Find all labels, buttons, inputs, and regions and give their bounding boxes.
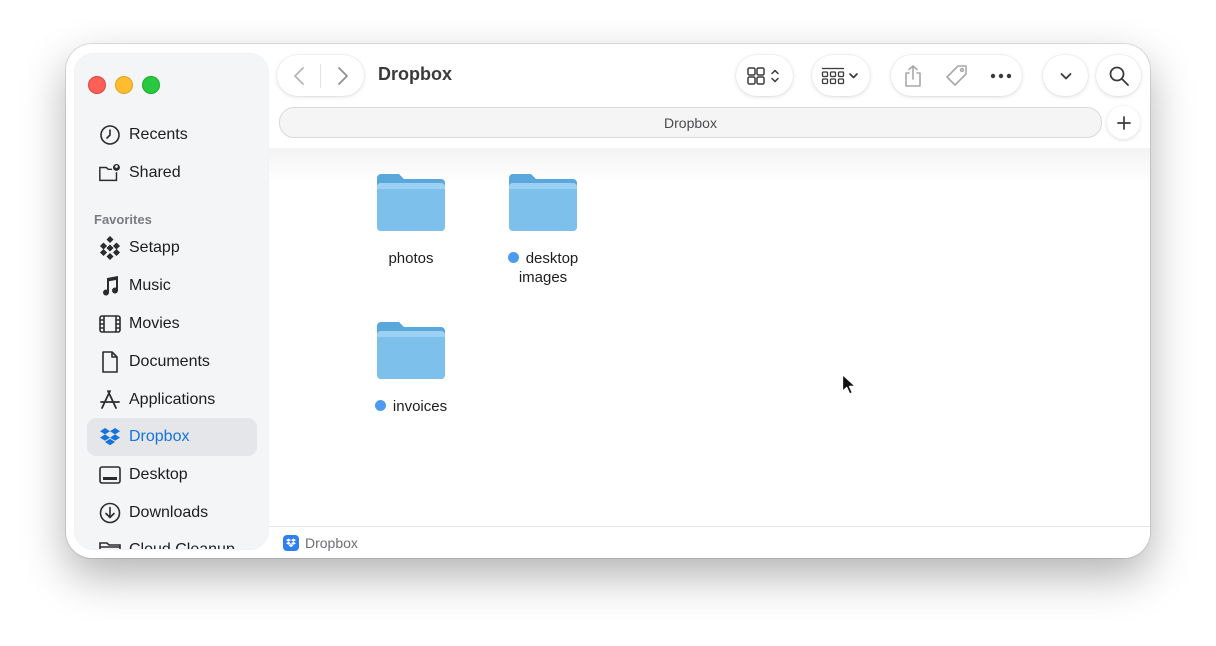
view-mode-button[interactable] — [736, 55, 793, 96]
tag-button[interactable] — [935, 55, 979, 96]
folder-icon — [377, 322, 445, 379]
folder-icon — [509, 174, 577, 231]
folder-icon — [377, 174, 445, 231]
zoom-window-button[interactable] — [142, 76, 160, 94]
document-icon — [95, 350, 125, 374]
sidebar-item-setapp[interactable]: Setapp — [87, 229, 257, 267]
status-bar: Dropbox — [269, 526, 1150, 558]
mouse-pointer-icon — [841, 373, 857, 395]
ellipsis-icon — [990, 73, 1011, 78]
blue-tag-dot — [374, 400, 386, 411]
sidebar-item-label: Documents — [129, 353, 210, 370]
sidebar-item-label: Applications — [129, 391, 216, 408]
sidebar-item-cloud-cleanup[interactable]: Cloud Cleanup... — [87, 531, 257, 549]
more-actions-button[interactable] — [979, 55, 1022, 96]
sidebar-item-documents[interactable]: Documents — [87, 343, 257, 381]
file-item-invoices[interactable]: invoices — [351, 320, 471, 416]
navigation-button-group — [277, 55, 364, 96]
music-note-icon — [95, 274, 125, 298]
sidebar-item-label: Setapp — [129, 239, 180, 256]
sidebar-item-movies[interactable]: Movies — [87, 305, 257, 343]
sidebar-item-label: Shared — [129, 164, 181, 181]
sidebar-item-shared[interactable]: Shared — [87, 154, 257, 192]
file-item-desktop-images[interactable]: desktop images — [483, 172, 603, 287]
dropbox-icon — [95, 425, 125, 449]
sidebar-item-label: Desktop — [129, 466, 188, 483]
file-name: photos — [388, 250, 434, 267]
sidebar-item-label: Downloads — [129, 504, 209, 521]
finder-window: Recents Shared Favorites Setapp Music Mo… — [66, 44, 1150, 558]
status-location-label: Dropbox — [305, 535, 358, 551]
film-icon — [95, 312, 125, 336]
icon-view-icon — [746, 66, 779, 85]
dropbox-icon — [283, 535, 299, 551]
chevron-down-icon — [1060, 72, 1071, 79]
sidebar-item-music[interactable]: Music — [87, 267, 257, 305]
shared-folder-icon — [95, 161, 125, 185]
search-button[interactable] — [1096, 55, 1141, 96]
folder-icon — [95, 538, 125, 549]
sidebar-item-label: Dropbox — [129, 428, 190, 445]
setapp-icon — [95, 236, 125, 260]
group-icon — [821, 67, 858, 84]
sidebar: Recents Shared Favorites Setapp Music Mo… — [75, 54, 268, 549]
clock-icon — [95, 123, 125, 147]
tag-icon — [946, 64, 967, 86]
applications-icon — [95, 388, 125, 412]
share-button[interactable] — [891, 55, 935, 96]
plus-icon — [1116, 115, 1131, 130]
add-tab-button[interactable] — [1107, 106, 1140, 139]
file-item-photos[interactable]: photos — [351, 172, 471, 268]
sidebar-item-label: Movies — [129, 315, 180, 332]
sidebar-item-recents[interactable]: Recents — [87, 116, 257, 154]
minimize-window-button[interactable] — [115, 76, 133, 94]
sidebar-item-label: Recents — [129, 126, 188, 143]
download-icon — [95, 501, 125, 525]
desktop-icon — [95, 463, 125, 487]
toolbar-overflow-button[interactable] — [1043, 55, 1088, 96]
path-bar-label: Dropbox — [664, 114, 717, 131]
search-icon — [1109, 66, 1129, 86]
sidebar-item-desktop[interactable]: Desktop — [87, 456, 257, 494]
share-icon — [905, 64, 921, 87]
actions-button-group — [891, 55, 1022, 96]
sidebar-item-label: Cloud Cleanup... — [129, 541, 248, 549]
close-window-button[interactable] — [88, 76, 106, 94]
sidebar-item-applications[interactable]: Applications — [87, 381, 257, 419]
chevron-left-icon — [293, 66, 304, 85]
back-button[interactable] — [277, 55, 320, 96]
file-name: invoices — [351, 397, 471, 416]
group-by-button[interactable] — [812, 55, 870, 96]
forward-button[interactable] — [321, 55, 364, 96]
sidebar-item-downloads[interactable]: Downloads — [87, 494, 257, 532]
chevron-right-icon — [337, 66, 348, 85]
sidebar-item-dropbox[interactable]: Dropbox — [87, 418, 257, 456]
window-title: Dropbox — [378, 64, 452, 84]
blue-tag-dot — [507, 252, 519, 263]
favorites-section-header: Favorites — [94, 212, 152, 227]
file-browser-area[interactable]: photos desktop images invoices — [269, 148, 1150, 526]
file-name: desktop images — [495, 249, 591, 287]
path-bar[interactable]: Dropbox — [279, 107, 1102, 138]
sidebar-item-label: Music — [129, 277, 171, 294]
